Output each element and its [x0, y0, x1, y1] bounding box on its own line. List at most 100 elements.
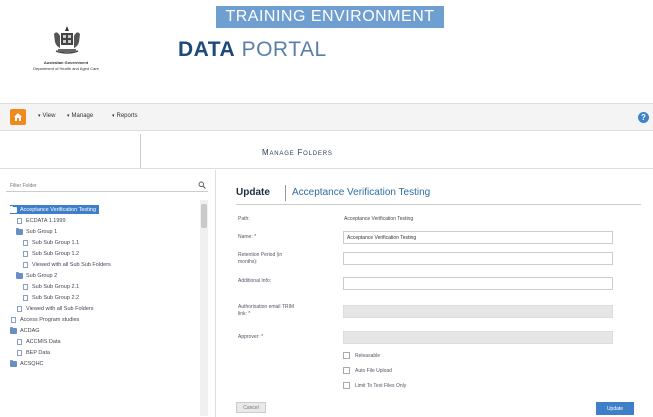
home-button[interactable]	[10, 109, 26, 125]
folder-filter-input[interactable]	[10, 181, 180, 191]
retention-period-input[interactable]	[343, 252, 613, 265]
main-nav-bar: ▾ View ▾ Manage ▾ Reports ?	[0, 103, 653, 131]
retention-period-label: Retention Period (in months):	[238, 252, 283, 265]
nav-menu-manage[interactable]: ▾ Manage	[67, 113, 93, 119]
tree-item-file[interactable]: Sub Sub Group 2.2	[22, 293, 79, 302]
portal-title-light: PORTAL	[241, 38, 327, 61]
folder-icon	[10, 205, 17, 213]
file-icon	[23, 261, 28, 268]
tree-item-file[interactable]: ECDATA 1.1999	[16, 216, 66, 225]
tree-item-label: ACSQHC	[20, 360, 44, 367]
additional-info-input[interactable]	[343, 277, 613, 290]
file-icon	[17, 338, 22, 345]
nav-menu-reports-label: Reports	[116, 113, 138, 119]
name-input[interactable]	[343, 231, 613, 244]
text-files-only-checkbox-label: Limit To Text Files Only	[355, 382, 407, 389]
folder-edit-panel: Update Acceptance Verification Testing P…	[216, 170, 653, 417]
tree-item-label: Sub Sub Group 2.1	[32, 283, 80, 290]
tree-item-label: Viewed with all Sub Sub Folders	[32, 261, 111, 268]
folder-icon	[10, 326, 17, 334]
approver-input	[343, 331, 613, 344]
releasable-checkbox-row[interactable]: Releasable	[343, 351, 380, 360]
file-icon	[23, 239, 28, 246]
cancel-button[interactable]: Cancel	[236, 402, 266, 413]
tree-item-label: ACDAG	[20, 327, 40, 334]
update-button[interactable]: Update	[596, 402, 634, 415]
tree-item-file[interactable]: Access Program studies	[10, 315, 79, 324]
portal-title: DATA PORTAL	[178, 38, 327, 62]
file-icon	[23, 250, 28, 257]
tree-item-label: ECDATA 1.1999	[26, 217, 66, 224]
portal-title-bold: DATA	[178, 38, 236, 61]
tree-item-label: Sub Group 1	[26, 228, 58, 235]
approver-label: Approver: *	[238, 334, 264, 340]
form-folder-name: Acceptance Verification Testing	[292, 187, 431, 198]
tree-item-folder[interactable]: Acceptance Verification Testing	[10, 205, 100, 214]
caret-down-icon: ▾	[67, 113, 70, 119]
tree-item-file[interactable]: Viewed with all Sub Folders	[16, 304, 93, 313]
department-name-line: Department of Health and Aged Care	[33, 66, 99, 71]
tree-item-file[interactable]: BEP Data	[16, 348, 50, 357]
search-icon[interactable]	[198, 181, 206, 189]
form-header-divider	[285, 185, 286, 201]
tree-item-label: Access Program studies	[20, 316, 80, 323]
tree-item-label: Acceptance Verification Testing	[20, 206, 97, 213]
file-icon	[23, 283, 28, 290]
tree-item-label: ACCMIS Data	[26, 338, 61, 345]
form-header-underline	[236, 204, 641, 205]
tree-item-label: Sub Group 2	[26, 272, 58, 279]
authorisation-link-label: Authorisation email TRIM link: *	[238, 304, 295, 317]
additional-info-label: Additional Info:	[238, 278, 272, 284]
auto-file-upload-checkbox[interactable]	[343, 367, 350, 374]
file-icon	[17, 305, 22, 312]
auto-file-upload-checkbox-label: Auto File Upload	[355, 367, 392, 374]
tree-scrollbar[interactable]	[200, 200, 208, 416]
file-icon	[23, 294, 28, 301]
tree-item-file[interactable]: Viewed with all Sub Sub Folders	[22, 260, 111, 269]
tree-item-file[interactable]: Sub Sub Group 1.1	[22, 238, 79, 247]
tree-item-folder[interactable]: Sub Group 2	[16, 271, 57, 280]
tree-item-label: Sub Sub Group 2.2	[32, 294, 80, 301]
folder-icon	[10, 359, 17, 367]
folder-tree-panel: Acceptance Verification Testing ECDATA 1…	[0, 170, 216, 417]
file-icon	[17, 349, 22, 356]
tree-item-label: Sub Sub Group 1.2	[32, 250, 80, 257]
name-label: Name: *	[238, 234, 257, 240]
file-icon	[11, 316, 16, 323]
path-value: Acceptance Verification Testing	[344, 216, 414, 222]
releasable-checkbox[interactable]	[343, 352, 350, 359]
tree-item-file[interactable]: ACCMIS Data	[16, 337, 61, 346]
app-header: TRAINING ENVIRONMENT Australian Governme…	[0, 0, 653, 103]
tree-item-folder[interactable]: ACDAG	[10, 326, 40, 335]
folder-icon	[16, 271, 23, 279]
auto-file-upload-checkbox-row[interactable]: Auto File Upload	[343, 366, 392, 375]
tree-item-file[interactable]: Sub Sub Group 2.1	[22, 282, 79, 291]
tree-item-file[interactable]: Sub Sub Group 1.2	[22, 249, 79, 258]
tree-item-label: Viewed with all Sub Folders	[26, 305, 94, 312]
tree-item-label: BEP Data	[26, 349, 51, 356]
tree-item-folder[interactable]: ACSQHC	[10, 359, 44, 368]
folder-icon	[16, 227, 23, 235]
title-strip-divider	[140, 134, 141, 168]
nav-menu-reports[interactable]: ▾ Reports	[112, 113, 138, 119]
help-icon[interactable]: ?	[638, 112, 649, 123]
tree-item-folder[interactable]: Sub Group 1	[16, 227, 57, 236]
text-files-only-checkbox[interactable]	[343, 382, 350, 389]
page-title: Manage Folders	[262, 148, 333, 157]
tree-scrollbar-thumb[interactable]	[201, 204, 207, 228]
form-header: Update Acceptance Verification Testing	[236, 182, 641, 205]
training-environment-banner: TRAINING ENVIRONMENT	[216, 6, 444, 28]
caret-down-icon: ▾	[112, 113, 115, 119]
coat-of-arms-icon	[54, 26, 80, 54]
nav-menu-manage-label: Manage	[71, 113, 94, 119]
nav-menu-view[interactable]: ▾ View	[38, 113, 55, 119]
folder-filter-box	[6, 180, 208, 192]
tree-item-label: Sub Sub Group 1.1	[32, 239, 80, 246]
caret-down-icon: ▾	[38, 113, 41, 119]
form-mode-heading: Update	[236, 187, 270, 198]
authorisation-link-input	[343, 305, 613, 318]
home-icon	[14, 113, 22, 121]
text-files-only-checkbox-row[interactable]: Limit To Text Files Only	[343, 381, 406, 390]
gov-name-line: Australian Government	[43, 60, 89, 65]
path-label: Path:	[238, 216, 250, 222]
